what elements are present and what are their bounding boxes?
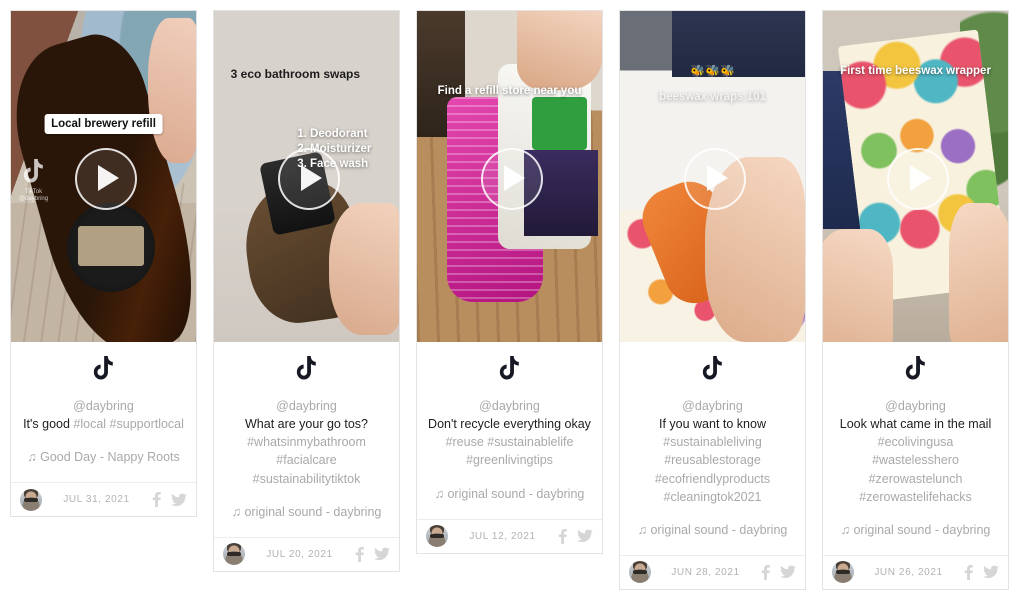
- post-sound[interactable]: ♫ original sound - daybring: [833, 521, 998, 539]
- post-handle[interactable]: @daybring: [833, 397, 998, 415]
- watermark-label: TikTok: [24, 189, 43, 195]
- post-footer: JUL 20, 2021: [214, 536, 399, 571]
- tiktok-feed-grid: Local brewery refill TikTok @daybring @day…: [0, 0, 1024, 590]
- post-caption: Look what came in the mail #ecolivingusa…: [833, 415, 998, 506]
- post-handle[interactable]: @daybring: [630, 397, 795, 415]
- facebook-icon[interactable]: [760, 564, 771, 580]
- post-sound[interactable]: ♫ original sound - daybring: [630, 521, 795, 539]
- post-caption: If you want to know #sustainableliving #…: [630, 415, 795, 506]
- caption-hashtags[interactable]: #reuse #sustainablelife #greenlivingtips: [446, 435, 574, 467]
- tiktok-note-icon: [224, 356, 389, 386]
- video-thumbnail[interactable]: First time beeswax wrapper: [823, 11, 1008, 342]
- post-date: JUN 28, 2021: [671, 566, 740, 578]
- caption-lead: It's good: [23, 417, 70, 432]
- caption-hashtags[interactable]: #whatsinmybathroom #facialcare #sustaina…: [247, 435, 366, 485]
- post-body: @daybring Don't recycle everything okay …: [417, 342, 602, 519]
- video-overlay-caption: 3 eco bathroom swaps: [230, 67, 361, 82]
- avatar[interactable]: [223, 543, 245, 566]
- watermark-handle: @daybring: [19, 195, 49, 202]
- avatar[interactable]: [426, 525, 448, 548]
- avatar[interactable]: [629, 561, 651, 584]
- avatar[interactable]: [20, 488, 42, 511]
- tiktok-post-card[interactable]: 🐝🐝🐝 beeswax wraps 101 @daybring If you wa…: [619, 10, 806, 590]
- post-date: JUL 12, 2021: [469, 530, 536, 542]
- share-actions: [963, 564, 999, 580]
- share-actions: [354, 546, 390, 562]
- play-button-icon[interactable]: [480, 147, 543, 210]
- post-body: @daybring If you want to know #sustainab…: [620, 342, 805, 555]
- post-footer: JUL 31, 2021: [11, 482, 196, 516]
- caption-lead: If you want to know: [658, 417, 766, 432]
- post-sound[interactable]: ♫ original sound - daybring: [224, 503, 389, 521]
- facebook-icon[interactable]: [963, 564, 974, 580]
- twitter-icon[interactable]: [374, 547, 390, 561]
- post-sound[interactable]: ♫ original sound - daybring: [427, 485, 592, 503]
- post-body: @daybring It's good #local #supportlocal…: [11, 342, 196, 482]
- tiktok-note-icon: [427, 356, 592, 386]
- tiktok-post-card[interactable]: First time beeswax wrapper @daybring Loo…: [822, 10, 1009, 590]
- video-overlay-caption: First time beeswax wrapper: [840, 64, 991, 77]
- tiktok-note-icon: [630, 356, 795, 386]
- post-handle[interactable]: @daybring: [21, 397, 186, 415]
- share-actions: [760, 564, 796, 580]
- caption-lead: Look what came in the mail: [839, 417, 992, 432]
- play-button-icon[interactable]: [886, 147, 949, 210]
- video-thumbnail[interactable]: Find a refill store near you: [417, 11, 602, 342]
- caption-lead: What are your go tos?: [245, 417, 368, 432]
- video-overlay-caption: Find a refill store near you: [437, 84, 582, 97]
- caption-hashtags[interactable]: #local #supportlocal: [73, 417, 184, 431]
- twitter-icon[interactable]: [983, 565, 999, 579]
- post-caption: Don't recycle everything okay #reuse #su…: [427, 415, 592, 469]
- post-sound[interactable]: ♫ Good Day - Nappy Roots: [21, 448, 186, 466]
- post-handle[interactable]: @daybring: [427, 397, 592, 415]
- video-overlay-caption: Local brewery refill: [44, 113, 163, 134]
- play-button-icon[interactable]: [683, 147, 746, 210]
- share-actions: [557, 528, 593, 544]
- post-body: @daybring Look what came in the mail #ec…: [823, 342, 1008, 555]
- tiktok-note-icon: [21, 356, 186, 386]
- twitter-icon[interactable]: [577, 529, 593, 543]
- post-date: JUL 31, 2021: [63, 494, 130, 506]
- video-overlay-caption: beeswax wraps 101: [659, 91, 766, 104]
- video-thumbnail[interactable]: 3 eco bathroom swaps 1. Deodorant 2. Mois…: [214, 11, 399, 342]
- twitter-icon[interactable]: [780, 565, 796, 579]
- post-footer: JUN 26, 2021: [823, 554, 1008, 589]
- caption-hashtags[interactable]: #ecolivingusa #wastelesshero #zerowastel…: [859, 435, 972, 503]
- post-caption: What are your go tos? #whatsinmybathroom…: [224, 415, 389, 488]
- tiktok-watermark: TikTok @daybring: [19, 159, 48, 202]
- twitter-icon[interactable]: [171, 493, 187, 507]
- tiktok-post-card[interactable]: Find a refill store near you @daybring D…: [416, 10, 603, 554]
- facebook-icon[interactable]: [151, 492, 162, 508]
- video-overlay-emoji: 🐝🐝🐝: [690, 63, 735, 78]
- post-footer: JUL 12, 2021: [417, 518, 602, 553]
- post-date: JUN 26, 2021: [874, 566, 943, 578]
- post-date: JUL 20, 2021: [266, 548, 333, 560]
- play-button-icon[interactable]: [74, 147, 137, 210]
- tiktok-post-card[interactable]: Local brewery refill TikTok @daybring @day…: [10, 10, 197, 518]
- post-footer: JUN 28, 2021: [620, 554, 805, 589]
- post-handle[interactable]: @daybring: [224, 397, 389, 415]
- facebook-icon[interactable]: [557, 528, 568, 544]
- video-thumbnail[interactable]: 🐝🐝🐝 beeswax wraps 101: [620, 11, 805, 342]
- share-actions: [151, 492, 187, 508]
- post-caption: It's good #local #supportlocal: [21, 415, 186, 433]
- facebook-icon[interactable]: [354, 546, 365, 562]
- play-button-icon[interactable]: [277, 147, 340, 210]
- tiktok-note-icon: [833, 356, 998, 386]
- tiktok-post-card[interactable]: 3 eco bathroom swaps 1. Deodorant 2. Mois…: [213, 10, 400, 572]
- caption-hashtags[interactable]: #sustainableliving #reusablestorage #eco…: [655, 435, 770, 503]
- video-thumbnail[interactable]: Local brewery refill TikTok @daybring: [11, 11, 196, 342]
- avatar[interactable]: [832, 561, 854, 584]
- caption-lead: Don't recycle everything okay: [428, 417, 591, 432]
- post-body: @daybring What are your go tos? #whatsin…: [214, 342, 399, 537]
